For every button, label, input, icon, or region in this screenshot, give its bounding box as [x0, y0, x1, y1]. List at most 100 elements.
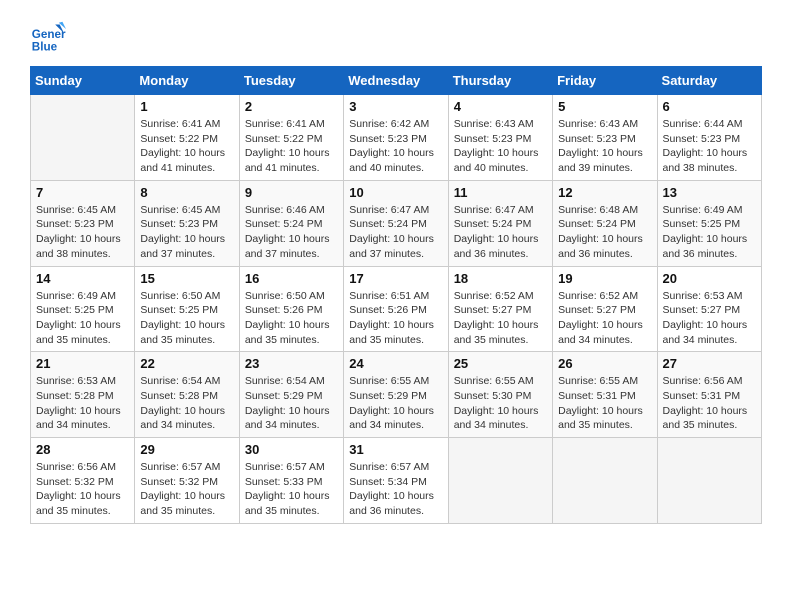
calendar-cell: 25 Sunrise: 6:55 AM Sunset: 5:30 PM Dayli… — [448, 352, 552, 438]
day-info: Sunrise: 6:49 AM Sunset: 5:25 PM Dayligh… — [36, 289, 129, 348]
day-number: 27 — [663, 356, 756, 371]
calendar-cell: 27 Sunrise: 6:56 AM Sunset: 5:31 PM Dayli… — [657, 352, 761, 438]
day-info: Sunrise: 6:46 AM Sunset: 5:24 PM Dayligh… — [245, 203, 338, 262]
calendar-cell: 14 Sunrise: 6:49 AM Sunset: 5:25 PM Dayli… — [31, 266, 135, 352]
day-number: 25 — [454, 356, 547, 371]
day-number: 6 — [663, 99, 756, 114]
calendar-cell: 10 Sunrise: 6:47 AM Sunset: 5:24 PM Dayli… — [344, 180, 448, 266]
calendar-cell: 11 Sunrise: 6:47 AM Sunset: 5:24 PM Dayli… — [448, 180, 552, 266]
day-number: 24 — [349, 356, 442, 371]
calendar-cell: 9 Sunrise: 6:46 AM Sunset: 5:24 PM Daylig… — [239, 180, 343, 266]
day-number: 11 — [454, 185, 547, 200]
day-info: Sunrise: 6:57 AM Sunset: 5:34 PM Dayligh… — [349, 460, 442, 519]
day-number: 2 — [245, 99, 338, 114]
day-info: Sunrise: 6:54 AM Sunset: 5:28 PM Dayligh… — [140, 374, 233, 433]
calendar-cell: 8Sunrise: 6:45 AM Sunset: 5:23 PM Daylig… — [135, 180, 239, 266]
calendar-cell — [31, 95, 135, 181]
calendar-cell: 5Sunrise: 6:43 AM Sunset: 5:23 PM Daylig… — [553, 95, 657, 181]
day-info: Sunrise: 6:42 AM Sunset: 5:23 PM Dayligh… — [349, 117, 442, 176]
weekday-header-saturday: Saturday — [657, 67, 761, 95]
day-info: Sunrise: 6:50 AM Sunset: 5:26 PM Dayligh… — [245, 289, 338, 348]
calendar-cell: 16 Sunrise: 6:50 AM Sunset: 5:26 PM Dayli… — [239, 266, 343, 352]
weekday-header-thursday: Thursday — [448, 67, 552, 95]
weekday-header-friday: Friday — [553, 67, 657, 95]
day-number: 22 — [140, 356, 233, 371]
calendar-cell — [448, 438, 552, 524]
day-info: Sunrise: 6:53 AM Sunset: 5:27 PM Dayligh… — [663, 289, 756, 348]
day-info: Sunrise: 6:43 AM Sunset: 5:23 PM Dayligh… — [454, 117, 547, 176]
calendar-cell: 2Sunrise: 6:41 AM Sunset: 5:22 PM Daylig… — [239, 95, 343, 181]
day-info: Sunrise: 6:52 AM Sunset: 5:27 PM Dayligh… — [454, 289, 547, 348]
calendar-cell: 21 Sunrise: 6:53 AM Sunset: 5:28 PM Dayli… — [31, 352, 135, 438]
day-info: Sunrise: 6:55 AM Sunset: 5:29 PM Dayligh… — [349, 374, 442, 433]
calendar-cell: 3 Sunrise: 6:42 AM Sunset: 5:23 PM Daylig… — [344, 95, 448, 181]
day-info: Sunrise: 6:45 AM Sunset: 5:23 PM Dayligh… — [36, 203, 129, 262]
calendar-cell: 20Sunrise: 6:53 AM Sunset: 5:27 PM Dayli… — [657, 266, 761, 352]
calendar-cell — [657, 438, 761, 524]
weekday-header-sunday: Sunday — [31, 67, 135, 95]
day-info: Sunrise: 6:56 AM Sunset: 5:31 PM Dayligh… — [663, 374, 756, 433]
day-info: Sunrise: 6:48 AM Sunset: 5:24 PM Dayligh… — [558, 203, 651, 262]
day-number: 23 — [245, 356, 338, 371]
header: General Blue — [30, 20, 762, 56]
calendar-cell: 19 Sunrise: 6:52 AM Sunset: 5:27 PM Dayli… — [553, 266, 657, 352]
day-number: 14 — [36, 271, 129, 286]
day-info: Sunrise: 6:55 AM Sunset: 5:30 PM Dayligh… — [454, 374, 547, 433]
calendar-cell: 12 Sunrise: 6:48 AM Sunset: 5:24 PM Dayli… — [553, 180, 657, 266]
day-number: 17 — [349, 271, 442, 286]
day-info: Sunrise: 6:55 AM Sunset: 5:31 PM Dayligh… — [558, 374, 651, 433]
weekday-header-wednesday: Wednesday — [344, 67, 448, 95]
calendar-table: SundayMondayTuesdayWednesdayThursdayFrid… — [30, 66, 762, 524]
day-number: 12 — [558, 185, 651, 200]
day-number: 16 — [245, 271, 338, 286]
day-info: Sunrise: 6:41 AM Sunset: 5:22 PM Dayligh… — [140, 117, 233, 176]
calendar-cell: 4Sunrise: 6:43 AM Sunset: 5:23 PM Daylig… — [448, 95, 552, 181]
day-info: Sunrise: 6:57 AM Sunset: 5:32 PM Dayligh… — [140, 460, 233, 519]
logo-icon: General Blue — [30, 20, 66, 56]
calendar-cell: 23 Sunrise: 6:54 AM Sunset: 5:29 PM Dayli… — [239, 352, 343, 438]
day-number: 26 — [558, 356, 651, 371]
day-number: 13 — [663, 185, 756, 200]
calendar-cell: 29 Sunrise: 6:57 AM Sunset: 5:32 PM Dayli… — [135, 438, 239, 524]
day-number: 31 — [349, 442, 442, 457]
day-info: Sunrise: 6:45 AM Sunset: 5:23 PM Dayligh… — [140, 203, 233, 262]
calendar-cell: 31 Sunrise: 6:57 AM Sunset: 5:34 PM Dayli… — [344, 438, 448, 524]
weekday-header-tuesday: Tuesday — [239, 67, 343, 95]
logo: General Blue — [30, 20, 72, 56]
calendar-cell: 15 Sunrise: 6:50 AM Sunset: 5:25 PM Dayli… — [135, 266, 239, 352]
day-info: Sunrise: 6:49 AM Sunset: 5:25 PM Dayligh… — [663, 203, 756, 262]
day-info: Sunrise: 6:51 AM Sunset: 5:26 PM Dayligh… — [349, 289, 442, 348]
calendar-cell: 24 Sunrise: 6:55 AM Sunset: 5:29 PM Dayli… — [344, 352, 448, 438]
calendar-cell: 26 Sunrise: 6:55 AM Sunset: 5:31 PM Dayli… — [553, 352, 657, 438]
day-number: 29 — [140, 442, 233, 457]
calendar-cell: 13 Sunrise: 6:49 AM Sunset: 5:25 PM Dayli… — [657, 180, 761, 266]
day-number: 21 — [36, 356, 129, 371]
calendar-cell: 18 Sunrise: 6:52 AM Sunset: 5:27 PM Dayli… — [448, 266, 552, 352]
day-number: 10 — [349, 185, 442, 200]
calendar-cell — [553, 438, 657, 524]
day-info: Sunrise: 6:50 AM Sunset: 5:25 PM Dayligh… — [140, 289, 233, 348]
calendar-cell: 30Sunrise: 6:57 AM Sunset: 5:33 PM Dayli… — [239, 438, 343, 524]
day-info: Sunrise: 6:52 AM Sunset: 5:27 PM Dayligh… — [558, 289, 651, 348]
calendar-cell: 22 Sunrise: 6:54 AM Sunset: 5:28 PM Dayli… — [135, 352, 239, 438]
day-info: Sunrise: 6:53 AM Sunset: 5:28 PM Dayligh… — [36, 374, 129, 433]
day-number: 5 — [558, 99, 651, 114]
day-info: Sunrise: 6:57 AM Sunset: 5:33 PM Dayligh… — [245, 460, 338, 519]
svg-text:Blue: Blue — [32, 41, 58, 54]
day-info: Sunrise: 6:47 AM Sunset: 5:24 PM Dayligh… — [349, 203, 442, 262]
day-number: 28 — [36, 442, 129, 457]
day-info: Sunrise: 6:54 AM Sunset: 5:29 PM Dayligh… — [245, 374, 338, 433]
day-number: 3 — [349, 99, 442, 114]
calendar-cell: 1Sunrise: 6:41 AM Sunset: 5:22 PM Daylig… — [135, 95, 239, 181]
day-number: 18 — [454, 271, 547, 286]
day-number: 9 — [245, 185, 338, 200]
weekday-header-monday: Monday — [135, 67, 239, 95]
calendar-cell: 17 Sunrise: 6:51 AM Sunset: 5:26 PM Dayli… — [344, 266, 448, 352]
day-info: Sunrise: 6:56 AM Sunset: 5:32 PM Dayligh… — [36, 460, 129, 519]
day-info: Sunrise: 6:47 AM Sunset: 5:24 PM Dayligh… — [454, 203, 547, 262]
day-number: 19 — [558, 271, 651, 286]
calendar-cell: 6 Sunrise: 6:44 AM Sunset: 5:23 PM Daylig… — [657, 95, 761, 181]
day-info: Sunrise: 6:44 AM Sunset: 5:23 PM Dayligh… — [663, 117, 756, 176]
day-number: 15 — [140, 271, 233, 286]
day-number: 7 — [36, 185, 129, 200]
